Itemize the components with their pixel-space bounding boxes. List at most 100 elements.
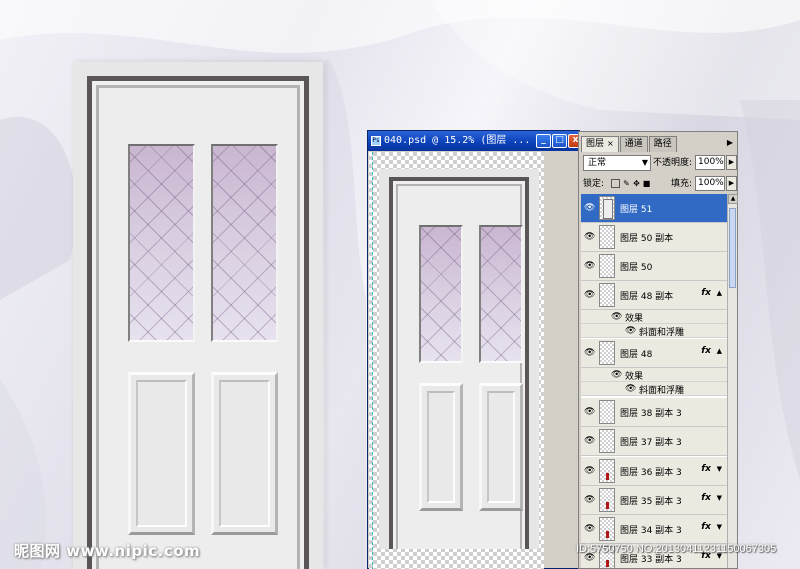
visibility-eye-icon[interactable]: 👁 [584,466,595,476]
layer-row[interactable]: 👁 图层 34 副本 3 fx ▼ [581,515,727,544]
door-glass-right [479,225,523,363]
fill-label: 填充: [671,179,693,189]
layers-panel[interactable]: 图层 × 通道 路径 ▶ 正常 ▼ 不透明度: 100% ▶ 锁定: ✎ ✥ ■ … [578,131,738,569]
expand-arrow-icon[interactable]: ▼ [717,523,722,531]
expand-arrow-icon[interactable]: ▼ [717,465,722,473]
layer-row[interactable]: 👁 图层 36 副本 3 fx ▼ [581,457,727,486]
maximize-button[interactable]: □ [552,134,567,148]
layer-row[interactable]: 👁 图层 35 副本 3 fx ▼ [581,486,727,515]
lock-position-icon[interactable]: ✥ [632,179,641,188]
fill-slider-button[interactable]: ▶ [726,176,737,191]
blend-mode-value: 正常 [588,158,607,168]
fill-input[interactable]: 100% [695,176,725,191]
layer-row[interactable]: 👁 图层 37 副本 3 [581,427,727,456]
layer-name: 图层 50 [620,263,653,273]
panel-tabs: 图层 × 通道 路径 [579,136,737,152]
scroll-up-icon[interactable]: ▲ [728,194,738,204]
effects-label: 效果 [625,314,644,324]
effect-name: 斜面和浮雕 [639,386,685,396]
effect-row[interactable]: 👁 斜面和浮雕 [581,324,727,338]
layer-row[interactable]: 👁 图层 50 副本 [581,223,727,252]
fx-icon[interactable]: fx [701,346,711,356]
expand-arrow-icon[interactable]: ▲ [717,347,722,355]
layer-thumbnail [599,196,615,220]
effects-row[interactable]: 👁 效果 [581,310,727,324]
visibility-eye-icon[interactable]: 👁 [584,232,595,242]
tab-close-icon[interactable]: × [607,139,614,148]
fx-icon[interactable]: fx [701,493,711,503]
layer-name: 图层 37 副本 3 [620,438,682,448]
document-canvas[interactable] [369,152,544,569]
document-title: 040.psd @ 15.2% (图层 ... [384,135,531,146]
opacity-input[interactable]: 100% [695,155,725,170]
visibility-eye-icon[interactable]: 👁 [584,348,595,358]
lock-all-icon[interactable]: ■ [642,179,651,188]
document-window[interactable]: Ps 040.psd @ 15.2% (图层 ... _ □ x [367,130,583,569]
layer-row[interactable]: 👁 图层 48 副本 fx ▲ [581,281,727,310]
visibility-eye-icon[interactable]: 👁 [611,370,622,380]
layer-name: 图层 38 副本 3 [620,409,682,419]
blend-opacity-row: 正常 ▼ 不透明度: 100% ▶ [581,154,737,172]
visibility-eye-icon[interactable]: 👁 [584,290,595,300]
expand-arrow-icon[interactable]: ▲ [717,289,722,297]
layer-thumbnail [599,400,615,424]
visibility-eye-icon[interactable]: 👁 [584,524,595,534]
layer-row[interactable]: 👁 图层 38 副本 3 [581,398,727,427]
door-preview-small [379,169,539,549]
layer-name: 图层 34 副本 3 [620,526,682,536]
layer-name: 图层 50 副本 [620,234,674,244]
door-panel-right [479,383,523,511]
tab-paths[interactable]: 路径 [648,136,677,152]
door-panel-right [211,372,278,535]
blend-mode-select[interactable]: 正常 ▼ [583,155,651,171]
lock-pixels-icon[interactable]: ✎ [622,179,631,188]
scroll-thumb[interactable] [729,208,736,288]
layer-thumbnail [599,283,615,307]
layer-row[interactable]: 👁 图层 51 [581,194,727,223]
lock-fill-row: 锁定: ✎ ✥ ■ 填充: 100% ▶ [581,176,737,194]
layer-name: 图层 35 副本 3 [620,497,682,507]
watermark-logo-text: 昵图网 www.nipic.com [14,542,201,560]
door-panel-left [419,383,463,511]
lock-transparency-icon[interactable] [611,179,620,188]
door-glass-left [419,225,463,363]
photoshop-icon: Ps [371,136,381,146]
visibility-eye-icon[interactable]: 👁 [625,384,636,394]
lock-label: 锁定: [583,179,605,189]
opacity-slider-button[interactable]: ▶ [726,155,737,170]
expand-arrow-icon[interactable]: ▼ [717,494,722,502]
layer-thumbnail [599,341,615,365]
fx-icon[interactable]: fx [701,464,711,474]
layer-row[interactable]: 👁 图层 50 [581,252,727,281]
fx-icon[interactable]: fx [701,522,711,532]
door-panel-left [128,372,195,535]
layer-thumbnail [599,459,615,483]
effect-row[interactable]: 👁 斜面和浮雕 [581,382,727,396]
layer-name: 图层 36 副本 3 [620,468,682,478]
visibility-eye-icon[interactable]: 👁 [625,326,636,336]
visibility-eye-icon[interactable]: 👁 [584,436,595,446]
visibility-eye-icon[interactable]: 👁 [584,203,595,213]
layer-thumbnail [599,517,615,541]
layer-row[interactable]: 👁 图层 48 fx ▲ [581,339,727,368]
guide-line [372,152,373,569]
door-glass-left [128,144,195,342]
tab-channels[interactable]: 通道 [619,136,648,152]
effects-row[interactable]: 👁 效果 [581,368,727,382]
panel-menu-icon[interactable]: ▶ [727,138,733,147]
watermark-id-text: ID:5750750 NO:20130411231150067305 [576,543,777,555]
layer-thumbnail [599,429,615,453]
visibility-eye-icon[interactable]: 👁 [611,312,622,322]
layer-list[interactable]: 👁 图层 51 👁 图层 50 副本 👁 图层 50 👁 图层 48 副本 fx… [581,194,727,568]
layer-list-scrollbar[interactable]: ▲ [727,194,738,568]
tab-layers[interactable]: 图层 × [581,136,619,152]
tab-label: 路径 [653,139,672,149]
effects-label: 效果 [625,372,644,382]
visibility-eye-icon[interactable]: 👁 [584,407,595,417]
layer-name: 图层 51 [620,205,653,215]
effect-name: 斜面和浮雕 [639,328,685,338]
visibility-eye-icon[interactable]: 👁 [584,495,595,505]
minimize-button[interactable]: _ [536,134,551,148]
visibility-eye-icon[interactable]: 👁 [584,261,595,271]
fx-icon[interactable]: fx [701,288,711,298]
